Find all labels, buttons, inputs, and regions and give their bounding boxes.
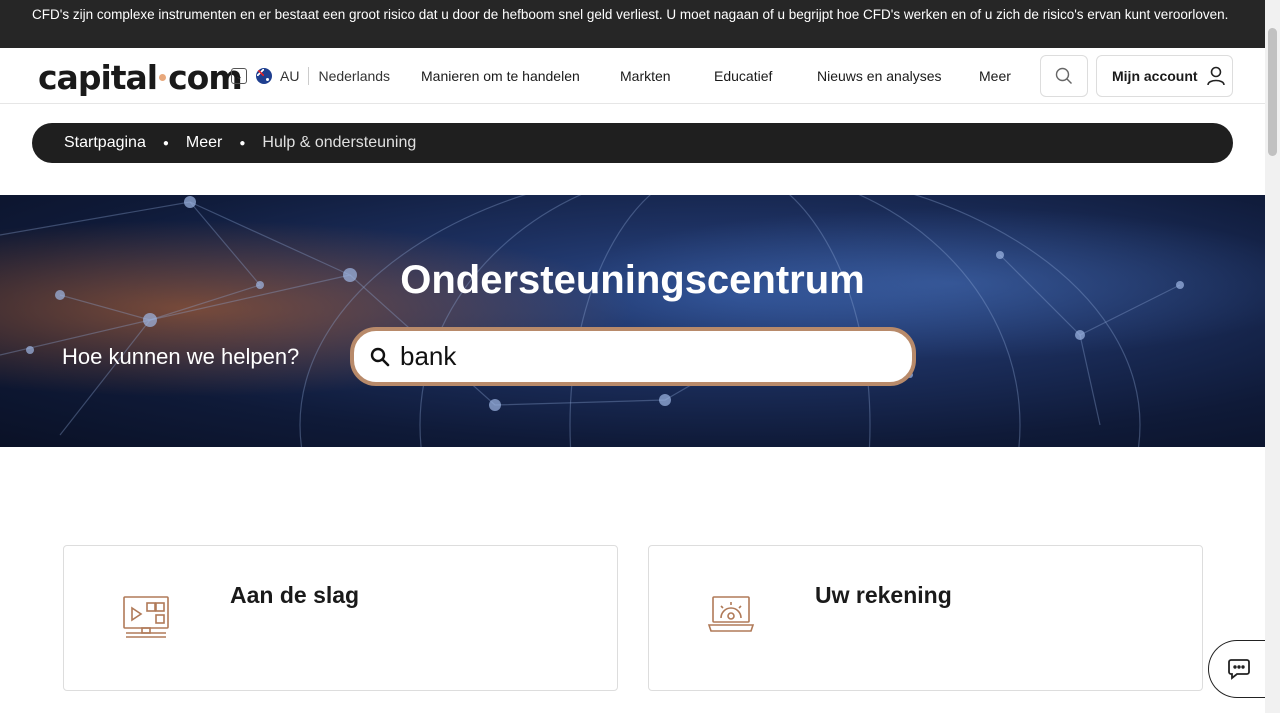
risk-warning-banner: CFD's zijn complexe instrumenten en er b… <box>0 0 1265 48</box>
search-prompt-label: Hoe kunnen we helpen? <box>62 344 300 369</box>
breadcrumb-separator: ● <box>239 137 246 149</box>
logo-text-left: capital <box>38 58 158 97</box>
scrollbar-thumb[interactable] <box>1268 28 1277 156</box>
breadcrumb-more[interactable]: Meer <box>186 134 222 152</box>
australia-flag-icon <box>256 68 272 84</box>
breadcrumb-separator: ● <box>162 137 169 149</box>
category-card-your-account[interactable]: Uw rekening <box>648 545 1203 691</box>
nav-ways-to-trade[interactable]: Manieren om te handelen <box>421 68 580 84</box>
region-selector[interactable]: ⌄ AU Nederlands <box>231 67 390 85</box>
nav-markets[interactable]: Markten <box>620 68 671 84</box>
nav-education[interactable]: Educatief <box>714 68 772 84</box>
header-search-button[interactable] <box>1040 55 1088 97</box>
nav-news-analysis[interactable]: Nieuws en analyses <box>817 68 942 84</box>
capital-com-logo[interactable]: capital com <box>38 58 243 97</box>
my-account-label: Mijn account <box>1112 68 1198 84</box>
chevron-down-icon[interactable]: ⌄ <box>231 68 247 84</box>
card-title: Uw rekening <box>815 582 952 608</box>
chat-bubble-icon <box>1227 659 1250 680</box>
breadcrumb-current: Hulp & ondersteuning <box>262 134 417 151</box>
laptop-gear-icon <box>707 596 755 632</box>
search-icon <box>1055 67 1072 84</box>
support-hero: Ondersteuningscentrum Hoe kunnen we help… <box>0 195 1265 447</box>
my-account-button[interactable]: Mijn account <box>1096 55 1233 97</box>
network-globe-background <box>0 195 1265 447</box>
help-search-input[interactable] <box>400 341 880 372</box>
chat-button[interactable] <box>1208 640 1268 698</box>
help-search-box[interactable] <box>350 327 916 386</box>
category-card-getting-started[interactable]: Aan de slag <box>63 545 618 691</box>
video-screen-icon <box>123 596 169 638</box>
nav-more[interactable]: Meer <box>979 68 1011 84</box>
breadcrumb: Startpagina ● Meer ● Hulp & ondersteunin… <box>32 123 1233 163</box>
site-header: capital com ⌄ AU Nederlands Manieren om t… <box>0 48 1265 104</box>
breadcrumb-home[interactable]: Startpagina <box>64 134 146 152</box>
divider <box>308 67 310 85</box>
page-scrollbar[interactable] <box>1265 0 1280 713</box>
page-title: Ondersteuningscentrum <box>400 258 865 302</box>
region-code: AU <box>280 68 300 84</box>
card-title: Aan de slag <box>230 582 360 608</box>
risk-warning-text: CFD's zijn complexe instrumenten en er b… <box>32 7 1229 22</box>
language-label[interactable]: Nederlands <box>318 68 390 84</box>
user-icon <box>1206 66 1225 86</box>
search-icon <box>370 347 390 366</box>
logo-dot <box>159 74 167 81</box>
